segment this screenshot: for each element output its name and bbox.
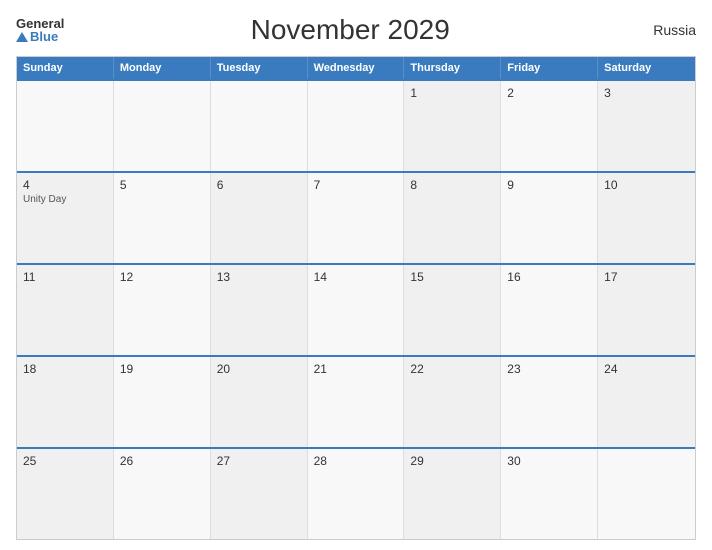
table-row: 1 (404, 81, 501, 171)
header-friday: Friday (501, 57, 598, 79)
day-number: 26 (120, 454, 204, 468)
table-row: 19 (114, 357, 211, 447)
calendar-header: Sunday Monday Tuesday Wednesday Thursday… (17, 57, 695, 79)
table-row: 25 (17, 449, 114, 539)
header-monday: Monday (114, 57, 211, 79)
day-number: 25 (23, 454, 107, 468)
page-title: November 2029 (64, 14, 636, 46)
day-number: 18 (23, 362, 107, 376)
table-row: 22 (404, 357, 501, 447)
calendar-row-3: 11 12 13 14 15 16 17 (17, 263, 695, 355)
calendar-page: General Blue November 2029 Russia Sunday… (0, 0, 712, 550)
table-row: 23 (501, 357, 598, 447)
day-number: 7 (314, 178, 398, 192)
table-row: 4 Unity Day (17, 173, 114, 263)
table-row: 29 (404, 449, 501, 539)
day-number: 12 (120, 270, 204, 284)
calendar-grid: Sunday Monday Tuesday Wednesday Thursday… (16, 56, 696, 540)
table-row: 12 (114, 265, 211, 355)
logo-triangle-icon (16, 32, 28, 42)
table-row: 14 (308, 265, 405, 355)
day-number: 1 (410, 86, 494, 100)
table-row (114, 81, 211, 171)
table-row: 10 (598, 173, 695, 263)
day-number: 16 (507, 270, 591, 284)
day-number: 8 (410, 178, 494, 192)
day-number: 9 (507, 178, 591, 192)
day-number: 22 (410, 362, 494, 376)
day-number: 17 (604, 270, 689, 284)
day-number: 6 (217, 178, 301, 192)
day-number: 15 (410, 270, 494, 284)
table-row: 9 (501, 173, 598, 263)
day-number: 27 (217, 454, 301, 468)
table-row: 5 (114, 173, 211, 263)
day-number: 30 (507, 454, 591, 468)
day-number: 20 (217, 362, 301, 376)
day-number: 5 (120, 178, 204, 192)
event-label: Unity Day (23, 194, 107, 205)
logo: General Blue (16, 17, 64, 43)
table-row (17, 81, 114, 171)
header-thursday: Thursday (404, 57, 501, 79)
country-label: Russia (636, 22, 696, 38)
day-number: 21 (314, 362, 398, 376)
calendar-row-5: 25 26 27 28 29 30 (17, 447, 695, 539)
header-sunday: Sunday (17, 57, 114, 79)
day-number: 11 (23, 270, 107, 284)
table-row: 17 (598, 265, 695, 355)
table-row: 11 (17, 265, 114, 355)
table-row: 8 (404, 173, 501, 263)
day-number: 2 (507, 86, 591, 100)
calendar-row-4: 18 19 20 21 22 23 24 (17, 355, 695, 447)
day-number: 19 (120, 362, 204, 376)
table-row: 2 (501, 81, 598, 171)
table-row: 6 (211, 173, 308, 263)
header-saturday: Saturday (598, 57, 695, 79)
day-number: 10 (604, 178, 689, 192)
calendar-row-2: 4 Unity Day 56789 10 (17, 171, 695, 263)
day-number: 4 (23, 178, 107, 192)
header-tuesday: Tuesday (211, 57, 308, 79)
table-row: 20 (211, 357, 308, 447)
table-row: 24 (598, 357, 695, 447)
table-row: 18 (17, 357, 114, 447)
table-row: 16 (501, 265, 598, 355)
day-number: 14 (314, 270, 398, 284)
calendar-row-1: 123 (17, 79, 695, 171)
day-number: 3 (604, 86, 689, 100)
table-row: 26 (114, 449, 211, 539)
table-row (308, 81, 405, 171)
day-number: 24 (604, 362, 689, 376)
table-row: 30 (501, 449, 598, 539)
table-row: 27 (211, 449, 308, 539)
table-row: 7 (308, 173, 405, 263)
table-row: 3 (598, 81, 695, 171)
table-row (598, 449, 695, 539)
day-number: 29 (410, 454, 494, 468)
table-row: 28 (308, 449, 405, 539)
table-row: 13 (211, 265, 308, 355)
table-row: 21 (308, 357, 405, 447)
table-row: 15 (404, 265, 501, 355)
table-row (211, 81, 308, 171)
day-number: 13 (217, 270, 301, 284)
calendar-body: 1234Unity Day567891011121314151617181920… (17, 79, 695, 539)
day-number: 23 (507, 362, 591, 376)
header-wednesday: Wednesday (308, 57, 405, 79)
page-header: General Blue November 2029 Russia (16, 14, 696, 46)
logo-blue-text: Blue (16, 30, 58, 43)
day-number: 28 (314, 454, 398, 468)
